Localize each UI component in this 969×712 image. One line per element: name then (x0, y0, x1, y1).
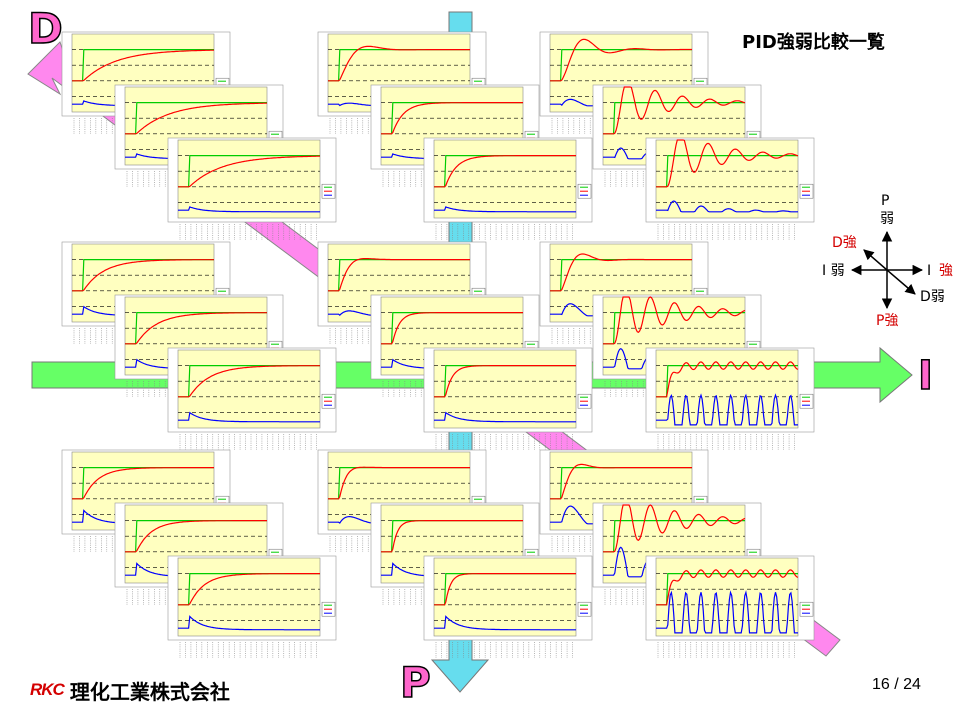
compass-i-weak-label: I 弱 (822, 263, 845, 279)
chart-svg (645, 137, 815, 240)
chart-legend (321, 183, 336, 199)
d-axis-letter: D (27, 4, 63, 53)
chart-legend (577, 393, 592, 409)
compass-p-label: P (881, 193, 890, 209)
chart-legend (799, 393, 814, 409)
chart-legend (577, 183, 592, 199)
plot-area (433, 349, 577, 429)
slide-title: PID強弱比較一覧 (742, 32, 885, 53)
compass-d-weak-label: D弱 (920, 289, 945, 305)
compass-lines (850, 230, 924, 310)
plot-area (433, 557, 577, 637)
chart-svg (423, 347, 593, 450)
compass-p-weak-label: 弱 (880, 211, 894, 227)
response-chart-12 (167, 347, 337, 456)
i-axis-letter: I (917, 353, 933, 399)
chart-svg (423, 555, 593, 658)
company-name: 理化工業株式会社 (69, 679, 230, 704)
chart-svg (167, 555, 337, 658)
plot-area (177, 557, 321, 637)
p-axis-letter: P (399, 658, 431, 707)
logo-mark: RKC (30, 680, 65, 699)
chart-svg (167, 347, 337, 450)
response-chart-9 (645, 137, 815, 246)
chart-legend (321, 601, 336, 617)
response-chart-24 (423, 555, 593, 664)
chart-legend (321, 393, 336, 409)
compass-i-strong-label: 強 (939, 263, 953, 279)
compass-i-label: I (927, 263, 932, 279)
chart-svg (645, 555, 815, 658)
compass-d-strong-label: D強 (832, 235, 857, 251)
chart-svg (645, 347, 815, 450)
page-number: 16 / 24 (872, 676, 921, 693)
response-chart-3 (167, 137, 337, 246)
response-chart-27 (645, 555, 815, 664)
chart-legend (577, 601, 592, 617)
chart-legend (799, 183, 814, 199)
compass-p-strong-label: P強 (876, 313, 899, 329)
response-chart-21 (167, 555, 337, 664)
chart-svg (167, 137, 337, 240)
response-chart-18 (645, 347, 815, 456)
plot-area (177, 349, 321, 429)
response-chart-6 (423, 137, 593, 246)
company-logo: RKC 理化工業株式会社 (30, 676, 230, 704)
plot-area (655, 139, 799, 219)
chart-legend (799, 601, 814, 617)
plot-area (433, 139, 577, 219)
response-chart-15 (423, 347, 593, 456)
chart-svg (423, 137, 593, 240)
